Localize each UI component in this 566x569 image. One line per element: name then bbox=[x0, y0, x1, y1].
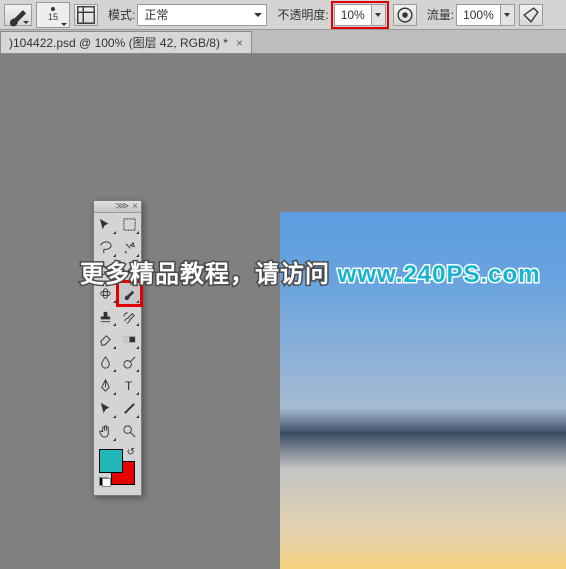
history-brush-tool[interactable] bbox=[118, 305, 142, 328]
brush-panel-toggle[interactable] bbox=[74, 4, 98, 26]
move-tool[interactable] bbox=[94, 213, 118, 236]
flow-field[interactable]: 100% bbox=[456, 4, 515, 26]
brush-size-value: 15 bbox=[48, 12, 58, 22]
foreground-color-swatch[interactable] bbox=[99, 449, 123, 473]
opacity-value: 10% bbox=[335, 8, 371, 22]
color-swatches: ↺ bbox=[94, 443, 141, 495]
mode-select[interactable]: 正常 bbox=[137, 4, 267, 26]
flow-label: 流量: bbox=[427, 6, 454, 23]
gradient-tool[interactable] bbox=[118, 328, 142, 351]
document-tab-title: )104422.psd @ 100% (图层 42, RGB/8) * bbox=[9, 34, 228, 51]
type-tool[interactable]: T bbox=[118, 374, 142, 397]
airbrush-icon bbox=[520, 4, 542, 26]
watermark-url: www.240PS.com bbox=[338, 261, 541, 288]
default-colors-icon[interactable] bbox=[99, 477, 111, 487]
blur-tool[interactable] bbox=[94, 351, 118, 374]
opacity-stepper[interactable] bbox=[371, 5, 385, 25]
opacity-label: 不透明度: bbox=[277, 6, 328, 23]
opacity-field[interactable]: 10% bbox=[334, 4, 386, 26]
mode-value: 正常 bbox=[144, 6, 168, 23]
brush-icon bbox=[5, 2, 31, 28]
dodge-tool[interactable] bbox=[118, 351, 142, 374]
tools-panel: ⋙ × T bbox=[93, 200, 142, 496]
brush-dot-icon bbox=[51, 7, 55, 11]
stamp-tool[interactable] bbox=[94, 305, 118, 328]
shape-tool[interactable] bbox=[118, 397, 142, 420]
watermark-text: 更多精品教程，请访问 www.240PS.com bbox=[80, 254, 562, 289]
flow-stepper[interactable] bbox=[500, 5, 514, 25]
tools-grid: T bbox=[94, 213, 141, 443]
brushes-panel-icon bbox=[75, 4, 97, 26]
panel-close-icon[interactable]: × bbox=[132, 201, 138, 212]
flow-value: 100% bbox=[457, 8, 500, 22]
hand-tool[interactable] bbox=[94, 420, 118, 443]
airbrush-toggle[interactable] bbox=[519, 4, 543, 26]
tablet-pressure-icon bbox=[394, 4, 416, 26]
document-tab[interactable]: )104422.psd @ 100% (图层 42, RGB/8) * × bbox=[0, 31, 252, 53]
watermark-msg: 更多精品教程，请访问 bbox=[80, 261, 338, 288]
brush-preset-picker[interactable]: 15 bbox=[36, 2, 70, 28]
eraser-tool[interactable] bbox=[94, 328, 118, 351]
pressure-opacity-toggle[interactable] bbox=[393, 4, 417, 26]
tools-panel-header[interactable]: ⋙ × bbox=[94, 201, 141, 213]
pen-tool[interactable] bbox=[94, 374, 118, 397]
swap-colors-icon[interactable]: ↺ bbox=[127, 447, 135, 458]
svg-text:T: T bbox=[125, 379, 133, 393]
path-select-tool[interactable] bbox=[94, 397, 118, 420]
tool-preset-picker[interactable] bbox=[4, 4, 32, 26]
options-bar: 15 模式: 正常 不透明度: 10% 流量: 100% bbox=[0, 0, 566, 30]
marquee-tool[interactable] bbox=[118, 213, 142, 236]
opacity-highlight: 10% bbox=[331, 1, 389, 29]
mode-label: 模式: bbox=[108, 6, 135, 23]
tab-close-icon[interactable]: × bbox=[236, 36, 243, 50]
workspace: ⋙ × T bbox=[0, 54, 566, 515]
document-tab-bar: )104422.psd @ 100% (图层 42, RGB/8) * × bbox=[0, 30, 566, 54]
zoom-tool[interactable] bbox=[118, 420, 142, 443]
panel-collapse-icon[interactable]: ⋙ bbox=[115, 201, 129, 212]
